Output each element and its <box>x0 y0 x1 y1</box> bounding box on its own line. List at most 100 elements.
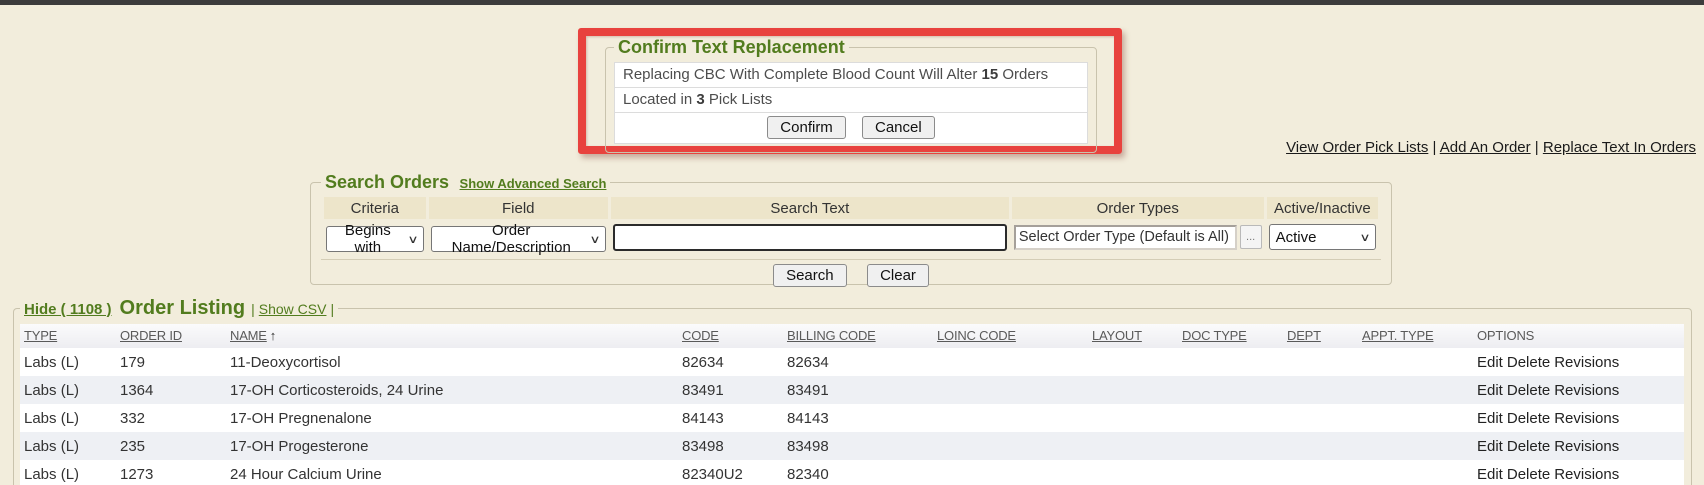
column-header-appt-type[interactable]: APPT. TYPE <box>1358 324 1473 348</box>
search-form-table: Criteria Field Search Text Order Types A… <box>321 195 1381 255</box>
cell-appt-type <box>1358 432 1473 460</box>
search-text-input[interactable] <box>613 224 1007 251</box>
nav-link-add-an-order[interactable]: Add An Order <box>1440 139 1531 156</box>
message-text: Orders <box>998 66 1048 83</box>
revisions-link[interactable]: Revisions <box>1554 354 1619 371</box>
order-listing-panel: Hide ( 1108 )Order Listing|Show CSV| TYP… <box>13 297 1692 485</box>
cell-options: EditDeleteRevisions <box>1473 376 1684 404</box>
top-border-bar <box>0 0 1704 5</box>
delete-link[interactable]: Delete <box>1507 438 1550 455</box>
cell-doc-type <box>1178 376 1283 404</box>
table-row: Labs (L)136417-OH Corticosteroids, 24 Ur… <box>20 376 1684 404</box>
message-text: Pick Lists <box>705 91 773 108</box>
edit-link[interactable]: Edit <box>1477 438 1503 455</box>
column-header-dept[interactable]: DEPT <box>1283 324 1358 348</box>
nav-separator: | <box>1531 139 1543 156</box>
edit-link[interactable]: Edit <box>1477 466 1503 483</box>
cell-loinc-code <box>933 404 1088 432</box>
field-column-header: Field <box>429 197 608 219</box>
criteria-select[interactable]: Begins with∨ <box>326 226 424 252</box>
order-type-browse-button[interactable]: ... <box>1240 225 1262 249</box>
search-header-row: Criteria Field Search Text Order Types A… <box>324 197 1378 219</box>
message-text: Located in <box>623 91 696 108</box>
cell-loinc-code <box>933 460 1088 485</box>
hide-listing-link[interactable]: Hide ( 1108 ) <box>24 301 112 318</box>
cell-name: 17-OH Corticosteroids, 24 Urine <box>226 376 678 404</box>
active-inactive-cell: Active ∨ <box>1267 221 1378 253</box>
order-listing-legend: Hide ( 1108 )Order Listing|Show CSV| <box>20 297 338 320</box>
cell-doc-type <box>1178 404 1283 432</box>
dialog-body: Replacing CBC With Complete Blood Count … <box>614 62 1088 144</box>
cell-appt-type <box>1358 460 1473 485</box>
revisions-link[interactable]: Revisions <box>1554 382 1619 399</box>
search-text-column-header: Search Text <box>611 197 1009 219</box>
orders-count: 15 <box>981 66 998 83</box>
cell-code: 84143 <box>678 404 783 432</box>
column-header-name[interactable]: NAME↑ <box>226 324 678 348</box>
cell-loinc-code <box>933 376 1088 404</box>
active-inactive-select[interactable]: Active ∨ <box>1269 224 1376 250</box>
cell-dept <box>1283 460 1358 485</box>
listing-header-row: TYPEORDER IDNAME↑CODEBILLING CODELOINC C… <box>20 324 1684 348</box>
chevron-down-icon: ∨ <box>1359 231 1370 244</box>
cell-options: EditDeleteRevisions <box>1473 348 1684 376</box>
cell-layout <box>1088 348 1178 376</box>
revisions-link[interactable]: Revisions <box>1554 410 1619 427</box>
dialog-title: Confirm Text Replacement <box>614 37 849 58</box>
search-button[interactable]: Search <box>773 264 847 287</box>
edit-link[interactable]: Edit <box>1477 354 1503 371</box>
cell-doc-type <box>1178 432 1283 460</box>
cell-options: EditDeleteRevisions <box>1473 432 1684 460</box>
order-listing-title: Order Listing <box>120 297 246 319</box>
search-orders-panel: Search Orders Show Advanced Search Crite… <box>310 172 1392 285</box>
field-cell: Order Name/Description∨ <box>429 221 608 253</box>
clear-button[interactable]: Clear <box>867 264 929 287</box>
column-header-layout[interactable]: LAYOUT <box>1088 324 1178 348</box>
show-advanced-search-link[interactable]: Show Advanced Search <box>460 176 607 191</box>
pick-lists-count: 3 <box>696 91 704 108</box>
cell-dept <box>1283 432 1358 460</box>
order-types-column-header: Order Types <box>1012 197 1264 219</box>
cell-appt-type <box>1358 348 1473 376</box>
active-selected-value: Active <box>1276 229 1317 246</box>
message-text: Replacing CBC With Complete Blood Count … <box>623 66 981 83</box>
cancel-button[interactable]: Cancel <box>862 116 935 139</box>
delete-link[interactable]: Delete <box>1507 354 1550 371</box>
cell-name: 17-OH Progesterone <box>226 432 678 460</box>
edit-link[interactable]: Edit <box>1477 382 1503 399</box>
table-row: Labs (L)33217-OH Pregnenalone8414384143E… <box>20 404 1684 432</box>
table-row: Labs (L)127324 Hour Calcium Urine82340U2… <box>20 460 1684 485</box>
sort-asc-icon: ↑ <box>270 328 276 343</box>
cell-options: EditDeleteRevisions <box>1473 404 1684 432</box>
search-text-cell <box>611 221 1009 253</box>
delete-link[interactable]: Delete <box>1507 466 1550 483</box>
edit-link[interactable]: Edit <box>1477 410 1503 427</box>
delete-link[interactable]: Delete <box>1507 382 1550 399</box>
nav-link-view-order-pick-lists[interactable]: View Order Pick Lists <box>1286 139 1428 156</box>
cell-code: 82634 <box>678 348 783 376</box>
cell-type: Labs (L) <box>20 348 116 376</box>
cell-billing-code: 83498 <box>783 432 933 460</box>
revisions-link[interactable]: Revisions <box>1554 466 1619 483</box>
column-header-billing-code[interactable]: BILLING CODE <box>783 324 933 348</box>
confirm-button[interactable]: Confirm <box>767 116 846 139</box>
show-csv-link[interactable]: Show CSV <box>259 301 327 317</box>
revisions-link[interactable]: Revisions <box>1554 438 1619 455</box>
search-orders-title: Search Orders <box>325 172 449 192</box>
column-header-order-id[interactable]: ORDER ID <box>116 324 226 348</box>
column-header-code[interactable]: CODE <box>678 324 783 348</box>
cell-code: 83491 <box>678 376 783 404</box>
cell-type: Labs (L) <box>20 460 116 485</box>
cell-appt-type <box>1358 404 1473 432</box>
column-header-loinc-code[interactable]: LOINC CODE <box>933 324 1088 348</box>
order-type-input[interactable]: Select Order Type (Default is All) <box>1014 225 1237 250</box>
delete-link[interactable]: Delete <box>1507 410 1550 427</box>
cell-dept <box>1283 376 1358 404</box>
column-header-type[interactable]: TYPE <box>20 324 116 348</box>
search-divider <box>321 259 1381 260</box>
nav-link-replace-text-in-orders[interactable]: Replace Text In Orders <box>1543 139 1696 156</box>
cell-layout <box>1088 404 1178 432</box>
cell-type: Labs (L) <box>20 432 116 460</box>
column-header-doc-type[interactable]: DOC TYPE <box>1178 324 1283 348</box>
field-select[interactable]: Order Name/Description∨ <box>431 226 606 252</box>
